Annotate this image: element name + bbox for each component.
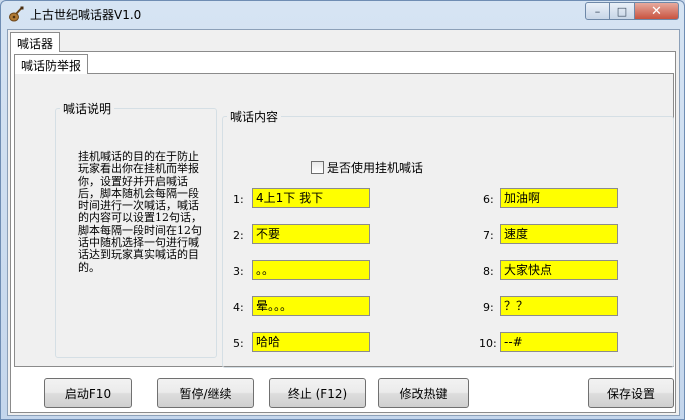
use-shout-checkbox-label: 是否使用挂机喊话 — [327, 161, 424, 175]
guitar-icon — [9, 6, 24, 22]
close-button[interactable]: ✕ — [634, 2, 679, 20]
shout-field-5[interactable]: 哈哈 — [252, 332, 370, 352]
shout-field-8[interactable]: 大家快点 — [500, 260, 618, 280]
shout-field-7[interactable]: 速度 — [500, 224, 618, 244]
field-label-6: 6: — [483, 193, 494, 206]
title-bar[interactable]: 上古世纪喊话器V1.0 – □ ✕ — [1, 1, 684, 27]
field-label-4: 4: — [233, 301, 244, 314]
field-label-3: 3: — [233, 265, 244, 278]
window-title: 上古世纪喊话器V1.0 — [30, 8, 142, 22]
shout-field-2[interactable]: 不要 — [252, 224, 370, 244]
description-group-label: 喊话说明 — [63, 102, 112, 116]
shout-field-10[interactable]: --# — [500, 332, 618, 352]
main-window: 上古世纪喊话器V1.0 – □ ✕ 喊话器 喊话防举报 喊话说明 挂机喊话的目的… — [0, 0, 685, 420]
checkbox-box[interactable] — [311, 161, 324, 174]
shout-field-3[interactable]: 。。 — [252, 260, 370, 280]
change-hotkey-button[interactable]: 修改热键 — [378, 378, 469, 408]
field-label-8: 8: — [483, 265, 494, 278]
shout-field-1[interactable]: 4上1下 我下 — [252, 188, 370, 208]
maximize-button[interactable]: □ — [609, 2, 635, 20]
field-label-5: 5: — [233, 337, 244, 350]
field-label-9: 9: — [483, 301, 494, 314]
field-label-10: 10: — [479, 337, 497, 350]
shout-field-6[interactable]: 加油啊 — [500, 188, 618, 208]
field-label-1: 1: — [233, 193, 244, 206]
field-label-7: 7: — [483, 229, 494, 242]
tab-shouter[interactable]: 喊话器 — [10, 32, 61, 52]
content-group-label: 喊话内容 — [230, 110, 279, 124]
tab-anti-report[interactable]: 喊话防举报 — [14, 54, 89, 74]
pause-resume-button[interactable]: 暂停/继续 — [157, 378, 254, 408]
stop-button[interactable]: 终止 (F12) — [269, 378, 366, 408]
minimize-button[interactable]: – — [585, 2, 610, 20]
description-text: 挂机喊话的目的在于防止玩家看出你在挂机而举报你，设置好并开启喊话后，脚本随机会每… — [78, 150, 202, 274]
shout-field-4[interactable]: 晕。。。 — [252, 296, 370, 316]
field-label-2: 2: — [233, 229, 244, 242]
save-settings-button[interactable]: 保存设置 — [588, 378, 674, 408]
start-button[interactable]: 启动F10 — [44, 378, 132, 408]
use-shout-checkbox[interactable]: 是否使用挂机喊话 — [311, 159, 423, 176]
shout-field-9[interactable]: ？？ — [500, 296, 618, 316]
